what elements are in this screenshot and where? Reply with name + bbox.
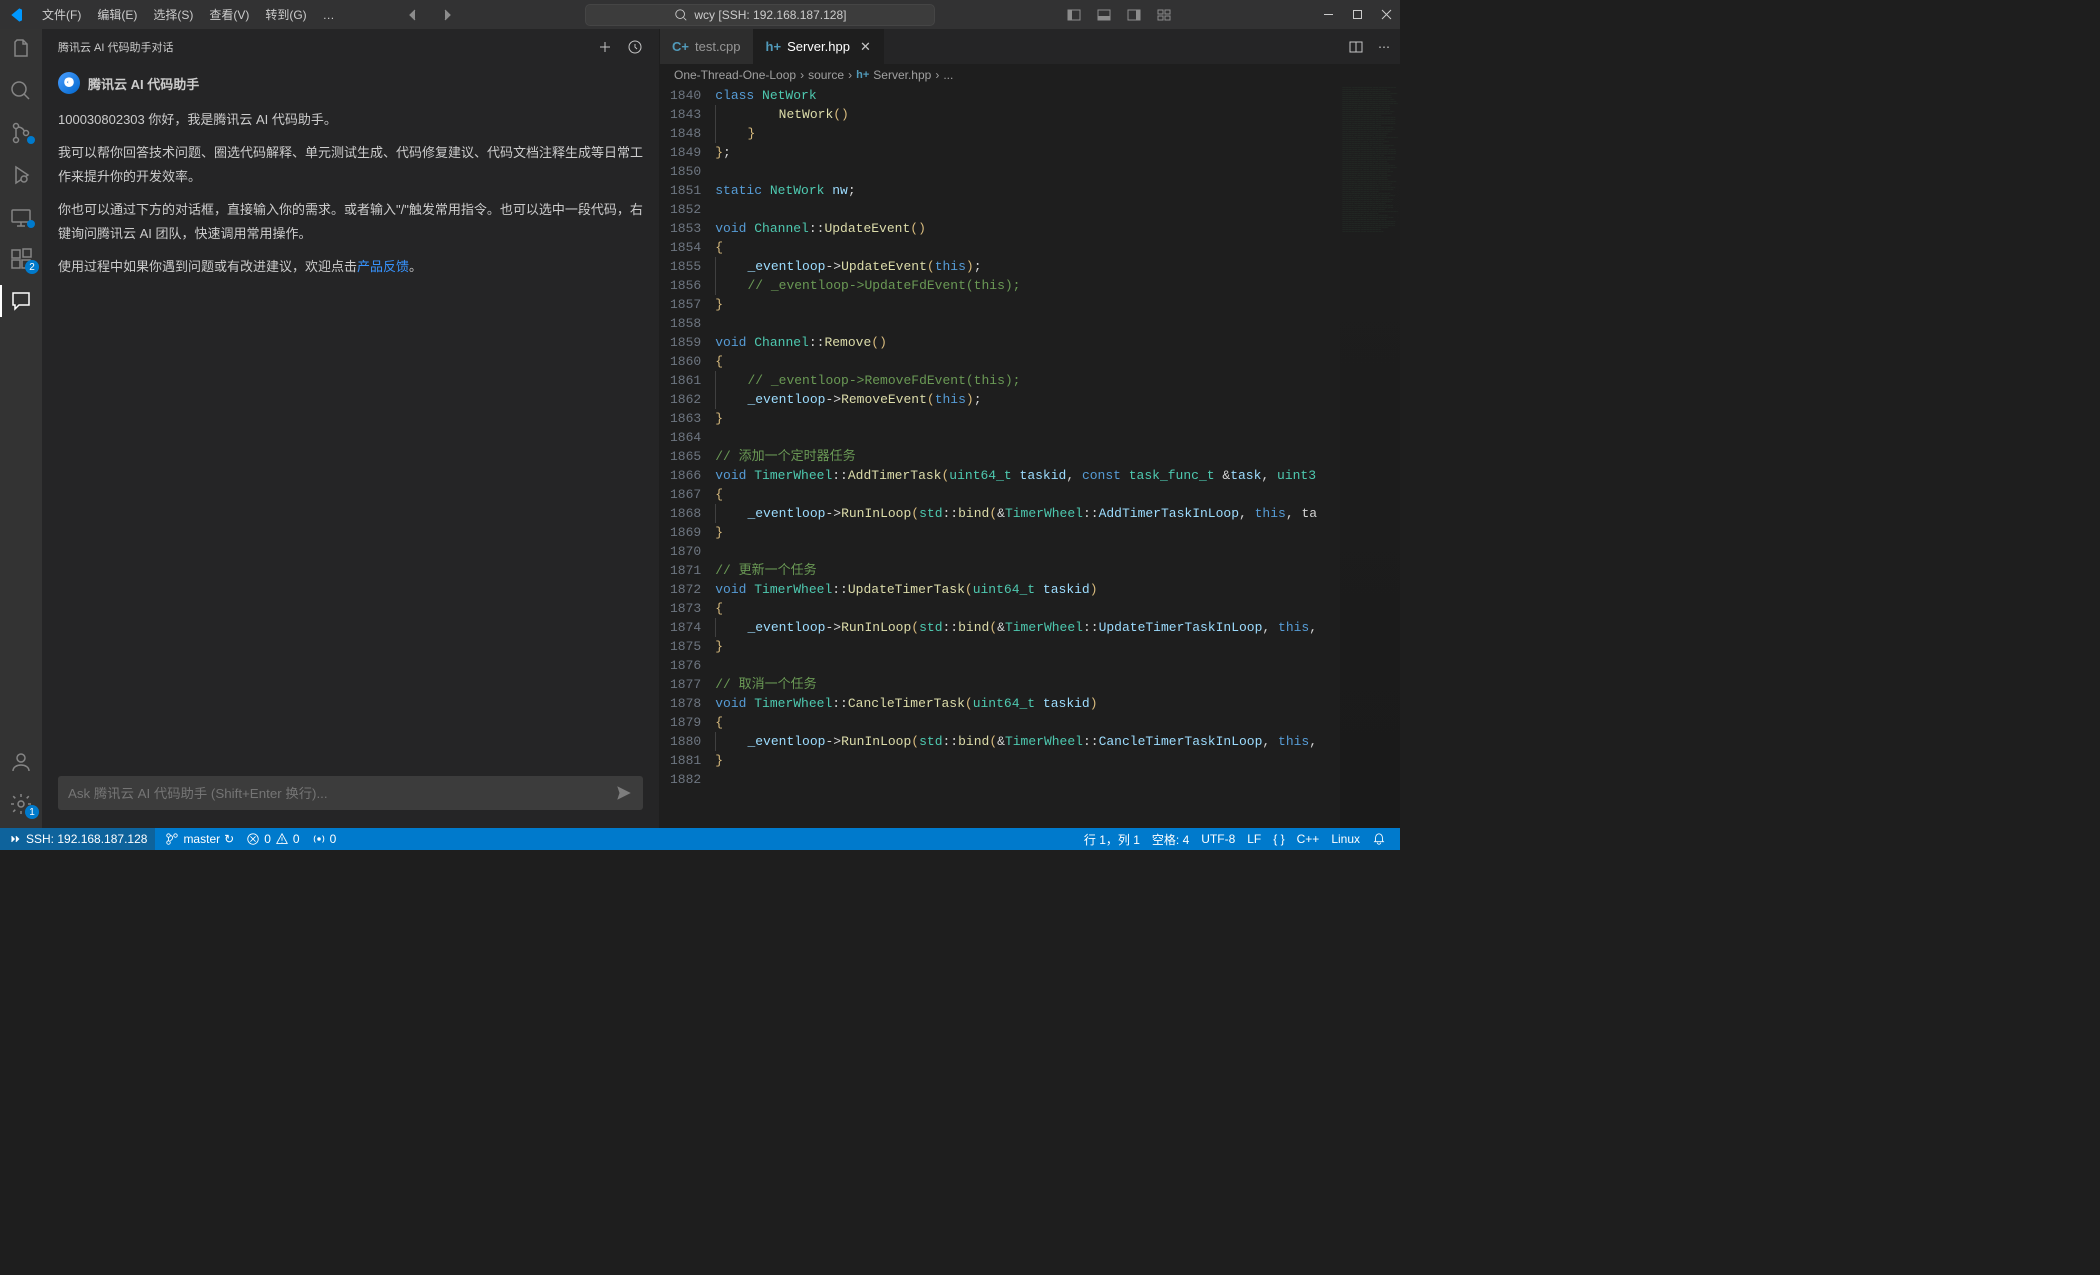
remote-badge (27, 220, 35, 228)
status-position[interactable]: 行 1，列 1 (1078, 831, 1146, 848)
activity-bar: 2 1 (0, 29, 42, 828)
chat-intro1: 我可以帮你回答技术问题、圈选代码解释、单元测试生成、代码修复建议、代码文档注释生… (58, 141, 643, 188)
cpp-file-icon: C+ (672, 39, 689, 54)
status-spaces[interactable]: 空格: 4 (1146, 831, 1195, 848)
menu-edit[interactable]: 编辑(E) (91, 6, 143, 23)
activity-search[interactable] (9, 79, 33, 103)
layout-panel-icon[interactable] (1096, 7, 1112, 23)
menu-more[interactable]: … (317, 8, 341, 22)
chat-greeting: 100030802303 你好，我是腾讯云 AI 代码助手。 (58, 108, 643, 131)
activity-extensions[interactable]: 2 (9, 247, 33, 271)
editor-tabs: C+ test.cpp h+ Server.hpp ✕ ⋯ (660, 29, 1400, 64)
radio-icon (312, 832, 326, 846)
window-controls (1323, 9, 1392, 20)
chat-intro3: 使用过程中如果你遇到问题或有改进建议，欢迎点击产品反馈。 (58, 255, 643, 278)
error-icon (246, 832, 260, 846)
minimap[interactable]: ──────────────── ───────────────────────… (1340, 86, 1400, 828)
nav-arrows (405, 7, 455, 23)
maximize-icon[interactable] (1352, 9, 1363, 20)
hpp-file-icon: h+ (766, 39, 782, 54)
minimize-icon[interactable] (1323, 9, 1334, 20)
branch-icon (165, 832, 179, 846)
menu-view[interactable]: 查看(V) (203, 6, 255, 23)
tab-server-hpp[interactable]: h+ Server.hpp ✕ (754, 29, 884, 64)
bell-icon (1372, 832, 1386, 846)
nav-back-icon[interactable] (405, 7, 421, 23)
activity-scm[interactable] (9, 121, 33, 145)
tab-more-icon[interactable]: ⋯ (1378, 40, 1390, 54)
scm-badge (27, 136, 35, 144)
chat-input-field[interactable] (68, 786, 615, 801)
minimap-content: ──────────────── ───────────────────────… (1340, 86, 1400, 236)
activity-remote[interactable] (9, 205, 33, 229)
status-bell[interactable] (1366, 831, 1392, 848)
status-ports[interactable]: 0 (306, 832, 343, 846)
code-editor[interactable]: 1840184318481849185018511852185318541855… (660, 86, 1400, 828)
activity-account[interactable] (9, 750, 33, 774)
feedback-link[interactable]: 产品反馈 (357, 259, 409, 274)
menu-select[interactable]: 选择(S) (147, 6, 199, 23)
status-eol[interactable]: LF (1241, 831, 1267, 848)
line-numbers: 1840184318481849185018511852185318541855… (660, 86, 715, 828)
status-branch[interactable]: master ↻ (159, 832, 240, 846)
menu-goto[interactable]: 转到(G) (259, 6, 312, 23)
sync-icon: ↻ (224, 832, 234, 846)
status-remote[interactable]: SSH: 192.168.187.128 (0, 828, 155, 850)
layout-icons (1066, 7, 1172, 23)
new-chat-icon[interactable] (597, 39, 613, 55)
chat-sidebar: 腾讯云 AI 代码助手对话 腾讯云 AI 代码助手 100030802303 你… (42, 29, 660, 828)
warning-icon (275, 832, 289, 846)
activity-explorer[interactable] (9, 37, 33, 61)
tab-close-icon[interactable]: ✕ (860, 39, 871, 55)
status-bar: SSH: 192.168.187.128 master ↻ 0 0 0 行 1，… (0, 828, 1400, 850)
status-problems[interactable]: 0 0 (240, 832, 305, 846)
status-encoding[interactable]: UTF-8 (1195, 831, 1241, 848)
layout-sidebar-right-icon[interactable] (1126, 7, 1142, 23)
menu-file[interactable]: 文件(F) (36, 6, 87, 23)
history-icon[interactable] (627, 39, 643, 55)
chat-header: 腾讯云 AI 代码助手对话 (42, 29, 659, 64)
activity-settings[interactable]: 1 (9, 792, 33, 816)
search-text: wcy [SSH: 192.168.187.128] (694, 8, 846, 22)
breadcrumb[interactable]: One-Thread-One-Loop› source› h+ Server.h… (660, 64, 1400, 86)
activity-debug[interactable] (9, 163, 33, 187)
chat-header-title: 腾讯云 AI 代码助手对话 (58, 39, 174, 55)
assistant-logo-icon (58, 72, 80, 94)
layout-customize-icon[interactable] (1156, 7, 1172, 23)
activity-chat[interactable] (9, 289, 33, 313)
assistant-name: 腾讯云 AI 代码助手 (88, 74, 199, 93)
chat-intro2: 你也可以通过下方的对话框，直接输入你的需求。或者输入"/"触发常用指令。也可以选… (58, 198, 643, 245)
chat-input-area (42, 766, 659, 828)
code-content[interactable]: class NetWork NetWork() }}; static NetWo… (715, 86, 1340, 828)
search-icon (674, 8, 688, 22)
status-lang-indicator[interactable]: { } (1267, 831, 1290, 848)
vscode-logo-icon (8, 7, 24, 23)
send-icon[interactable] (615, 784, 633, 802)
extensions-badge: 2 (25, 260, 39, 274)
chat-content: 腾讯云 AI 代码助手 100030802303 你好，我是腾讯云 AI 代码助… (42, 64, 659, 766)
nav-forward-icon[interactable] (439, 7, 455, 23)
status-os[interactable]: Linux (1325, 831, 1366, 848)
layout-sidebar-left-icon[interactable] (1066, 7, 1082, 23)
split-editor-icon[interactable] (1348, 39, 1364, 55)
status-language[interactable]: C++ (1291, 831, 1326, 848)
hpp-file-icon: h+ (856, 69, 869, 81)
main-area: 2 1 腾讯云 AI 代码助手对话 (0, 29, 1400, 828)
chat-input[interactable] (58, 776, 643, 810)
settings-badge: 1 (25, 805, 39, 819)
close-icon[interactable] (1381, 9, 1392, 20)
title-bar: 文件(F) 编辑(E) 选择(S) 查看(V) 转到(G) … wcy [SSH… (0, 0, 1400, 29)
tab-test-cpp[interactable]: C+ test.cpp (660, 29, 754, 64)
editor-area: C+ test.cpp h+ Server.hpp ✕ ⋯ One-Thread… (660, 29, 1400, 828)
command-center[interactable]: wcy [SSH: 192.168.187.128] (585, 4, 935, 26)
remote-icon (8, 832, 22, 846)
